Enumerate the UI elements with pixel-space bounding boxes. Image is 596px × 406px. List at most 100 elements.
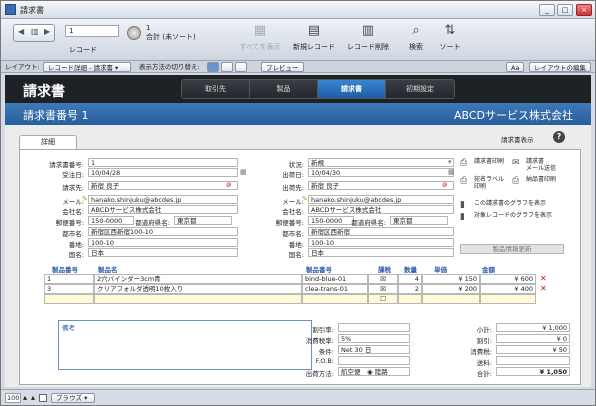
clear-icon[interactable]: ⊘ xyxy=(442,181,448,190)
minimize-button[interactable]: _ xyxy=(539,4,555,16)
new-cell-5[interactable] xyxy=(422,294,480,304)
right-label-9: 国名: xyxy=(288,251,304,259)
cell-3[interactable]: ☒ xyxy=(368,274,398,284)
right-field-8[interactable]: 100-10 xyxy=(308,238,454,247)
right-field-9[interactable]: 日本 xyxy=(308,248,454,257)
record-number-input[interactable]: 1 xyxy=(65,25,119,37)
right-field-7[interactable]: 新宿区西新宿 xyxy=(308,227,454,236)
new-cell-0[interactable] xyxy=(44,294,94,304)
record-book-navigator[interactable]: ◀ ▥ ▶ xyxy=(13,24,55,42)
tab-detail[interactable]: 詳細 xyxy=(19,135,77,149)
cell-0[interactable]: 3 xyxy=(44,284,94,294)
mode-select[interactable]: ブラウズ ▾ xyxy=(51,393,95,403)
left-field-8[interactable]: 100-10 xyxy=(88,238,238,247)
table-header-1: 製品名 xyxy=(98,266,118,274)
new-cell-1[interactable] xyxy=(94,294,302,304)
action-2[interactable]: ⎙ 宛名ラベル 印刷 xyxy=(460,176,514,192)
action-5[interactable]: ▮ 対象レコードのグラフを表示 xyxy=(460,212,576,228)
text-format-button[interactable]: Aa xyxy=(506,62,525,72)
left-field-7[interactable]: 新宿区西新宿100-10 xyxy=(88,227,238,236)
cell-5[interactable]: ¥ 150 xyxy=(422,274,480,284)
mid-field-2[interactable]: Net 30 日 xyxy=(338,345,410,354)
new-record-button[interactable]: ▤ 新規レコード xyxy=(285,23,343,59)
cell-2[interactable]: bind-blue-01 xyxy=(302,274,368,284)
left-field-1[interactable]: 10/04/28 xyxy=(88,168,238,177)
action-0[interactable]: ⎙ 請求書印刷 xyxy=(460,158,514,174)
left-field-9[interactable]: 日本 xyxy=(88,248,238,257)
view-table-icon[interactable] xyxy=(235,62,247,72)
new-cell-3[interactable]: ☐ xyxy=(368,294,398,304)
view-form-icon[interactable] xyxy=(207,62,219,72)
mid-field-1[interactable]: 5% xyxy=(338,334,410,343)
left-field-3[interactable]: hanako.shinjuku@abcdes.jp xyxy=(88,195,238,204)
action-3[interactable]: ⎙ 納品書印刷 xyxy=(512,176,566,192)
left-field-6[interactable]: 東京都 xyxy=(174,216,232,225)
cell-4[interactable]: 2 xyxy=(398,284,422,294)
clear-icon[interactable]: ⊘ xyxy=(226,181,232,190)
mid-field-3[interactable] xyxy=(338,356,410,365)
action-1[interactable]: ✉ 請求書 メール送信 xyxy=(512,158,566,174)
right-field-2[interactable]: 新宿 良子 xyxy=(308,181,454,190)
preview-button[interactable]: プレビュー xyxy=(261,62,304,72)
book-right-icon[interactable]: ▶ xyxy=(44,27,50,36)
new-cell-2[interactable] xyxy=(302,294,368,304)
zoom-level[interactable]: 100 xyxy=(5,393,21,403)
action-label-3: 納品書印刷 xyxy=(526,176,557,183)
email-icon[interactable]: ✎ xyxy=(82,195,88,204)
mail-icon: ✉ xyxy=(512,158,520,168)
header: 請求書 取引先 製品 請求書 初期設定 xyxy=(5,75,591,103)
new-cell-6[interactable] xyxy=(480,294,536,304)
calendar-icon[interactable]: ▦ xyxy=(240,168,247,177)
right-field-0[interactable]: 新規 xyxy=(308,158,454,167)
dropdown-icon[interactable]: ▾ xyxy=(448,158,452,167)
cell-0[interactable]: 1 xyxy=(44,274,94,284)
sort-button[interactable]: ⇅ ソート xyxy=(421,23,479,59)
cell-5[interactable]: ¥ 200 xyxy=(422,284,480,294)
table-new-row[interactable]: ☐ xyxy=(44,294,552,304)
table-row[interactable]: 1 2穴バインダー3cm青 bind-blue-01 ☒ 4 ¥ 150 ¥ 600 ✕ xyxy=(44,274,552,284)
help-icon[interactable]: ? xyxy=(553,131,565,143)
mid-label-0: 割引率: xyxy=(312,326,334,334)
left-label-5: 郵便番号: xyxy=(55,219,84,227)
update-product-info-button[interactable]: 製品情報更新 xyxy=(460,244,564,254)
table-row[interactable]: 3 クリアフォルダ透明10枚入り clea-trans-01 ☒ 2 ¥ 200 ¥ 400… xyxy=(44,284,552,294)
cell-4[interactable]: 4 xyxy=(398,274,422,284)
memo-field[interactable]: 備考 xyxy=(58,320,312,370)
mid-field-0[interactable] xyxy=(338,323,410,332)
cell-1[interactable]: 2穴バインダー3cm青 xyxy=(94,274,302,284)
maximize-button[interactable]: □ xyxy=(557,4,573,16)
new-cell-4[interactable] xyxy=(398,294,422,304)
right-field-3[interactable]: hanako.shinjuku@abcdes.jp xyxy=(308,195,454,204)
cell-6[interactable]: ¥ 400 xyxy=(480,284,536,294)
tab-nav-0[interactable]: 取引先 xyxy=(182,80,250,98)
tab-nav-1[interactable]: 製品 xyxy=(250,80,318,98)
left-field-2[interactable]: 新宿 良子 xyxy=(88,181,238,190)
delete-row-icon[interactable]: ✕ xyxy=(540,284,547,294)
cell-2[interactable]: clea-trans-01 xyxy=(302,284,368,294)
mid-field-4[interactable]: 航空便 ◉ 陸路 xyxy=(338,367,410,376)
cell-1[interactable]: クリアフォルダ透明10枚入り xyxy=(94,284,302,294)
zoom-out-icon[interactable]: ▴ xyxy=(23,393,27,403)
status-toolbar-toggle-icon[interactable] xyxy=(39,394,47,402)
right-field-1[interactable]: 10/04/30 xyxy=(308,168,454,177)
view-list-icon[interactable] xyxy=(221,62,233,72)
edit-layout-button[interactable]: レイアウトの編集 xyxy=(529,62,591,72)
book-left-icon[interactable]: ◀ xyxy=(18,27,24,36)
tab-nav-3[interactable]: 初期設定 xyxy=(386,80,454,98)
email-icon[interactable]: ✎ xyxy=(302,195,308,204)
cell-3[interactable]: ☒ xyxy=(368,284,398,294)
delete-row-icon[interactable]: ✕ xyxy=(540,274,547,284)
layout-select[interactable]: レコード詳細 - 請求書 ▾ xyxy=(43,62,131,72)
total-label-2: 消費税: xyxy=(470,348,492,356)
cell-6[interactable]: ¥ 600 xyxy=(480,274,536,284)
chart-icon: ▮ xyxy=(460,200,465,210)
close-button[interactable]: × xyxy=(576,4,592,16)
right-field-4[interactable]: ABCDサービス株式会社 xyxy=(308,205,454,214)
left-field-4[interactable]: ABCDサービス株式会社 xyxy=(88,205,238,214)
record-pie-icon xyxy=(127,26,141,40)
zoom-in-icon[interactable]: ▴ xyxy=(31,393,35,403)
calendar-icon[interactable]: ▦ xyxy=(448,168,455,177)
left-field-0[interactable]: 1 xyxy=(88,158,238,167)
tab-nav-2[interactable]: 請求書 xyxy=(318,80,386,98)
right-field-6[interactable]: 東京都 xyxy=(390,216,448,225)
